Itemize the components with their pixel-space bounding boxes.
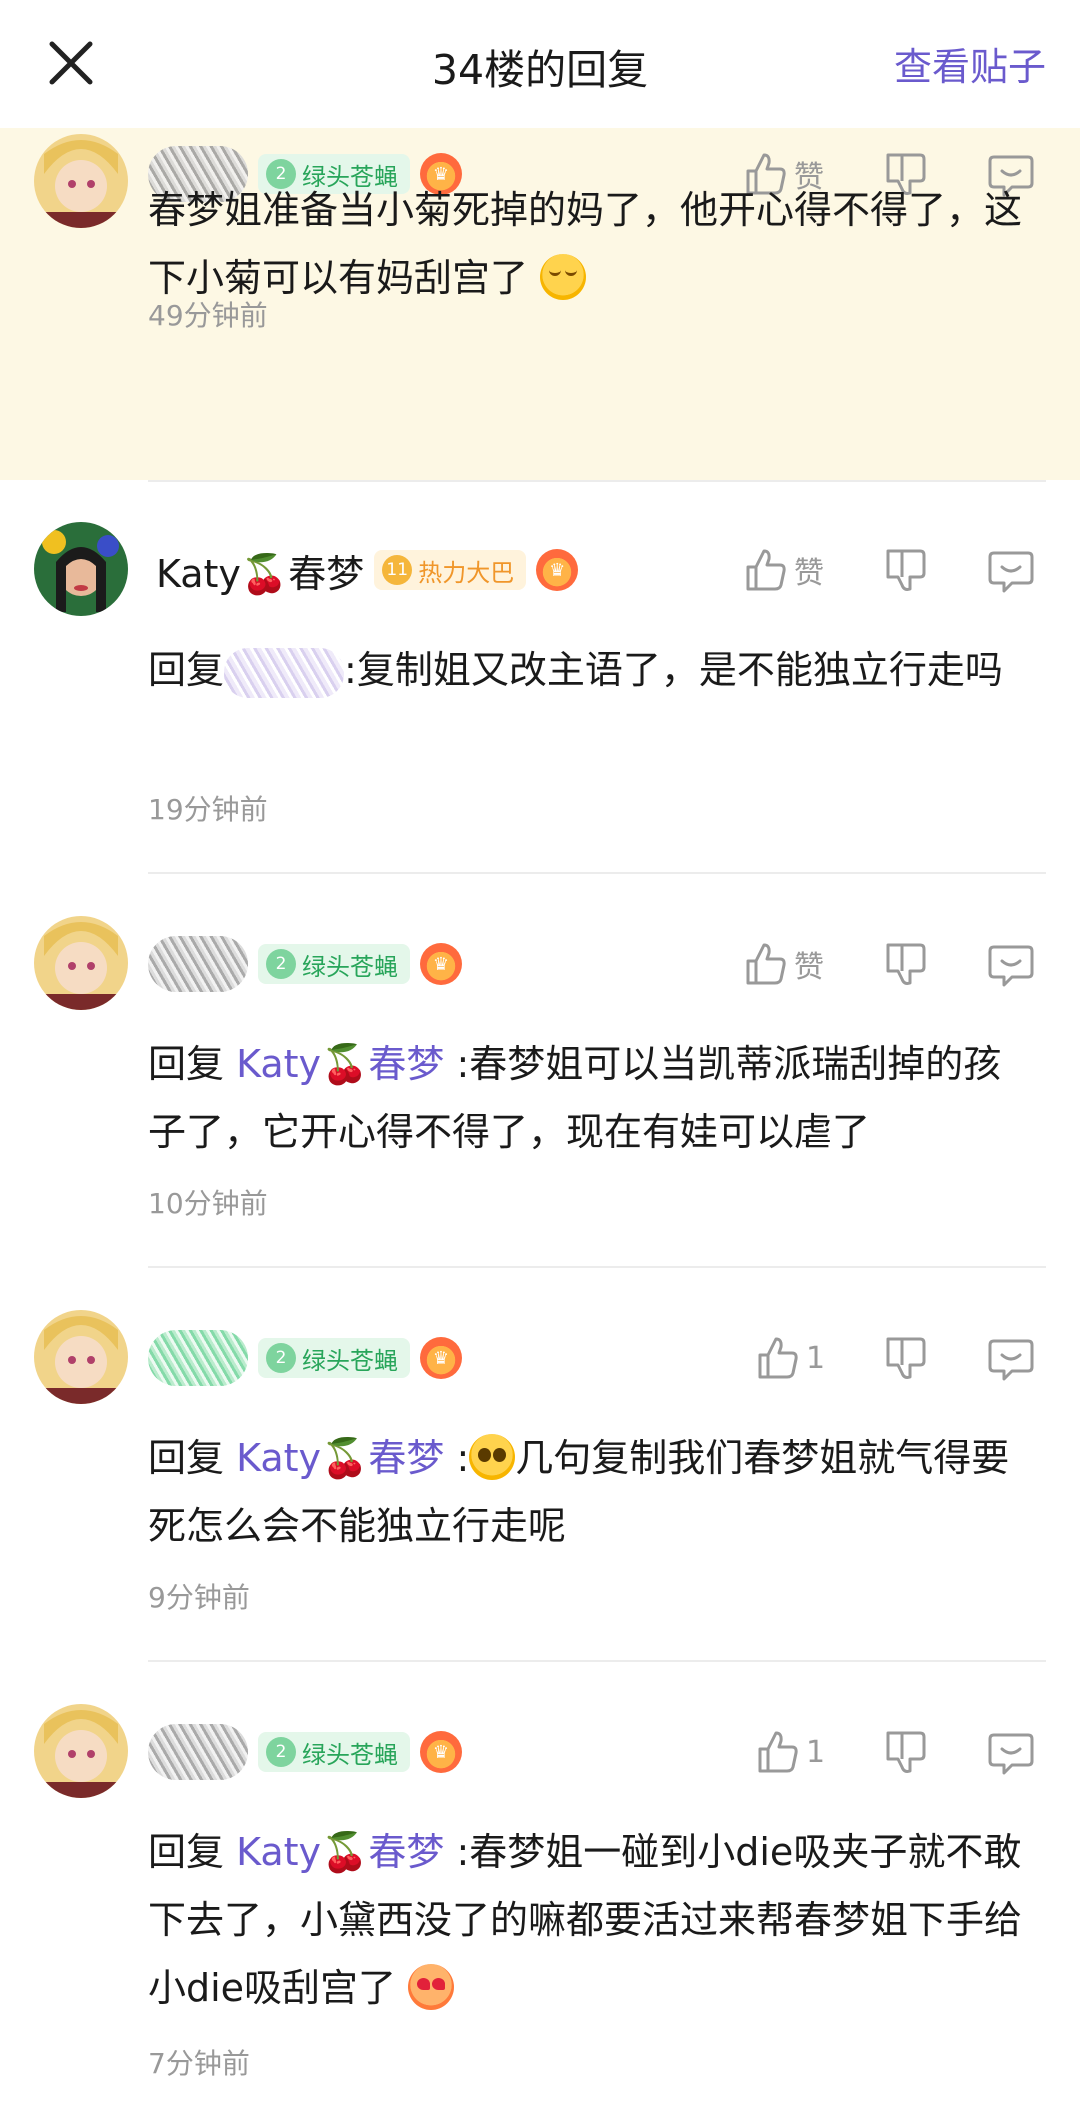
comment-actions: 赞 <box>740 934 1080 994</box>
user-name-row: 2 绿头苍蝇 ♛ <box>148 1328 462 1388</box>
timestamp: 10分钟前 <box>148 1187 268 1220</box>
divider <box>148 480 1046 482</box>
comment-text: 回复 Katy🍒春梦 : 几句复制我们春梦姐就气得要死怎么会不能独立行走呢 <box>148 1424 1038 1560</box>
timestamp: 49分钟前 <box>148 299 268 332</box>
comment-item: Katy🍒春梦 11 热力大巴 ♛ 赞 回复 :复制姐又改主语了，是不能独立行走吗… <box>0 522 1080 826</box>
comment-icon <box>988 945 1034 987</box>
reply-button[interactable] <box>986 1328 1036 1388</box>
like-button[interactable]: 赞 <box>740 540 824 600</box>
thumbs-up-icon <box>758 1337 798 1379</box>
timestamp: 7分钟前 <box>148 2047 250 2080</box>
comment-icon <box>988 551 1034 593</box>
crown-icon: ♛ <box>420 943 462 985</box>
comment-actions: 赞 <box>740 540 1080 600</box>
level-number: 2 <box>266 1343 296 1373</box>
thumbs-down-icon <box>886 1731 926 1773</box>
divider <box>148 1266 1046 1268</box>
dislike-button[interactable] <box>880 1722 930 1782</box>
reply-target-name[interactable]: Katy🍒春梦 <box>236 1830 444 1874</box>
divider <box>148 872 1046 874</box>
user-name-row: 2 绿头苍蝇 ♛ <box>148 1722 462 1782</box>
hugging-face-icon <box>540 253 587 300</box>
comment-content: :复制姐又改主语了，是不能独立行走吗 <box>344 648 1003 692</box>
level-badge: 2 绿头苍蝇 <box>258 1732 410 1772</box>
user-name-redacted[interactable] <box>148 1724 248 1780</box>
level-number: 2 <box>266 1737 296 1767</box>
user-name-row: 2 绿头苍蝇 ♛ <box>148 934 462 994</box>
user-name-redacted[interactable] <box>148 936 248 992</box>
heart-eyes-face-icon <box>408 1963 455 2010</box>
reply-button[interactable] <box>986 1722 1036 1782</box>
comment-item: 2 绿头苍蝇 ♛ 赞 春梦姐准备当小菊死掉的妈了，他开心得不得了，这下小菊可以有… <box>0 128 1080 480</box>
like-button[interactable]: 1 <box>752 1328 825 1388</box>
level-label: 绿头苍蝇 <box>302 1346 398 1375</box>
comment-actions: 1 <box>740 1328 1080 1388</box>
comment-icon <box>988 1733 1034 1775</box>
comment-item: 2 绿头苍蝇 ♛ 1 回复 Katy🍒春梦 : 几句复制我们春梦姐就气得要死怎么会… <box>0 1310 1080 1614</box>
reply-target-redacted[interactable] <box>224 647 345 698</box>
timestamp: 9分钟前 <box>148 1581 250 1614</box>
comment-text: 回复 Katy🍒春梦 :春梦姐一碰到小die吸夹子就不敢下去了，小黛西没了的嘛都… <box>148 1818 1038 2022</box>
like-button[interactable]: 1 <box>752 1722 825 1782</box>
comment-actions: 1 <box>740 1722 1080 1782</box>
comment-item: 2 绿头苍蝇 ♛ 1 回复 Katy🍒春梦 :春梦姐一碰到小die吸夹子就不敢下… <box>0 1704 1080 2084</box>
crown-icon: ♛ <box>536 549 579 591</box>
avatar[interactable] <box>34 1704 128 1798</box>
thumbs-down-icon <box>886 943 926 985</box>
top-bar: 34楼的回复 查看贴子 <box>0 0 1080 128</box>
dislike-button[interactable] <box>880 934 930 994</box>
like-label: 赞 <box>794 556 824 591</box>
avatar[interactable] <box>34 134 128 228</box>
level-badge: 2 绿头苍蝇 <box>258 1338 410 1378</box>
comment-text: 春梦姐准备当小菊死掉的妈了，他开心得不得了，这下小菊可以有妈刮宫了 <box>148 176 1038 312</box>
like-count: 1 <box>806 1340 826 1376</box>
crown-icon: ♛ <box>420 1337 462 1379</box>
pleading-face-icon <box>469 1433 516 1480</box>
reply-prefix: 回复 <box>148 648 225 692</box>
like-count: 1 <box>806 1734 826 1770</box>
level-number: 2 <box>266 949 296 979</box>
reply-button[interactable] <box>986 540 1036 600</box>
dislike-button[interactable] <box>880 540 930 600</box>
dislike-button[interactable] <box>880 1328 930 1388</box>
level-badge: 2 绿头苍蝇 <box>258 944 410 984</box>
reply-target-name[interactable]: Katy🍒春梦 <box>236 1436 444 1480</box>
avatar[interactable] <box>34 522 128 616</box>
level-label: 绿头苍蝇 <box>302 1740 398 1769</box>
crown-icon: ♛ <box>420 1731 462 1773</box>
avatar[interactable] <box>34 916 128 1010</box>
timestamp: 19分钟前 <box>148 793 268 826</box>
comment-icon <box>988 1339 1034 1381</box>
reply-target-name[interactable]: Katy🍒春梦 <box>236 1042 444 1086</box>
comment-text: 回复 Katy🍒春梦 :春梦姐可以当凯蒂派瑞刮掉的孩子了，它开心得不得了，现在有… <box>148 1030 1038 1166</box>
comment-colon: : <box>456 1436 470 1480</box>
thumbs-up-icon <box>758 1731 798 1773</box>
level-label: 绿头苍蝇 <box>302 952 398 981</box>
reply-prefix: 回复 <box>148 1436 225 1480</box>
like-button[interactable]: 赞 <box>740 934 824 994</box>
comment-text: 回复 :复制姐又改主语了，是不能独立行走吗 <box>148 636 1038 704</box>
level-number: 11 <box>382 555 413 585</box>
user-name-row: Katy🍒春梦 11 热力大巴 ♛ <box>156 540 579 600</box>
reply-prefix: 回复 <box>148 1830 225 1874</box>
thumbs-up-icon <box>746 549 786 591</box>
reply-prefix: 回复 <box>148 1042 225 1086</box>
view-post-link[interactable]: 查看贴子 <box>894 36 1046 91</box>
thumbs-down-icon <box>886 549 926 591</box>
thumbs-down-icon <box>886 1337 926 1379</box>
user-name[interactable]: Katy🍒春梦 <box>156 543 364 598</box>
level-label: 热力大巴 <box>418 558 515 587</box>
level-badge: 11 热力大巴 <box>374 550 527 590</box>
divider <box>148 1660 1046 1662</box>
avatar[interactable] <box>34 1310 128 1404</box>
like-label: 赞 <box>794 950 824 985</box>
reply-button[interactable] <box>986 934 1036 994</box>
user-name-redacted[interactable] <box>148 1330 248 1386</box>
comment-item: 2 绿头苍蝇 ♛ 赞 回复 Katy🍒春梦 :春梦姐可以当凯蒂派瑞刮掉的孩子了，… <box>0 916 1080 1220</box>
thumbs-up-icon <box>746 943 786 985</box>
